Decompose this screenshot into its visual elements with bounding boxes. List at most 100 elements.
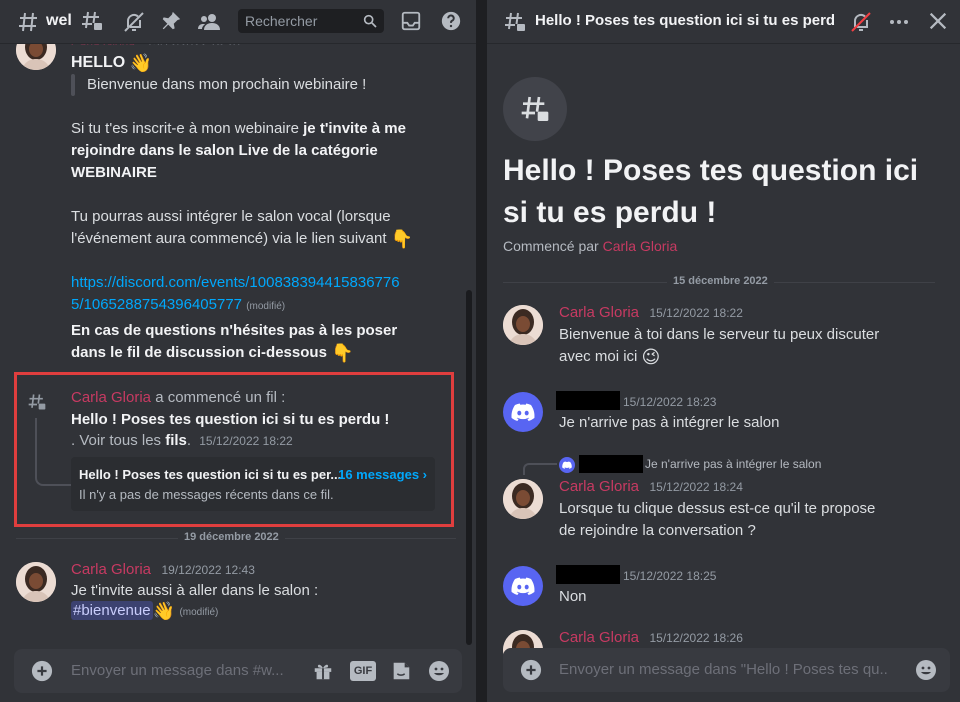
scrollbar-thumb[interactable]: [466, 290, 472, 645]
point-down-emoji: 👇: [331, 343, 354, 363]
message-text: Lorsque tu clique dessus est-ce qu'il te…: [559, 498, 949, 542]
search-placeholder: Rechercher: [245, 13, 318, 29]
redacted-username: [556, 565, 620, 584]
redacted-username: [556, 391, 620, 410]
message-author[interactable]: Carla Gloria: [559, 629, 639, 646]
thread-title-line-1: Hello ! Poses tes question ici: [503, 154, 919, 187]
message-text: Je n'arrive pas à intégrer le salon: [559, 414, 780, 431]
message-input[interactable]: Envoyer un message dans #w... GIF: [14, 649, 462, 693]
see-all-threads[interactable]: . Voir tous les fils. 15/12/2022 18:22: [71, 432, 293, 449]
wink-emoji: 😉: [641, 347, 661, 367]
close-icon[interactable]: [927, 10, 949, 32]
see-all-link[interactable]: fils: [165, 432, 187, 449]
link-line-1[interactable]: https://discord.com/events/1008383944158…: [71, 274, 400, 291]
input-placeholder: Envoyer un message dans "Hello ! Poses t…: [559, 661, 889, 678]
message-text: Bienvenue à toi dans le serveur tu peux …: [559, 324, 949, 368]
inbox-icon[interactable]: [400, 10, 422, 32]
thread-title: Hello ! Poses tes question ici si tu es …: [503, 150, 918, 234]
p1-bold-1: je t'invite à me: [303, 120, 406, 137]
thread-author[interactable]: Carla Gloria: [71, 389, 151, 406]
point-down-emoji: 👇: [390, 229, 414, 249]
thread-hero-icon: [503, 77, 567, 141]
message-text: Je t'invite aussi à aller dans le salon …: [71, 582, 319, 599]
thread-action: a commencé un fil :: [151, 389, 286, 406]
thread-icon: [27, 392, 47, 412]
message-author[interactable]: Carla Gloria: [559, 304, 639, 321]
message-timestamp: 15/12/2022 18:26: [649, 631, 743, 645]
message-line-2: de rejoindre la conversation ?: [559, 522, 756, 539]
thread-card-title: Hello ! Poses tes question ici si tu es …: [79, 467, 342, 482]
gift-icon[interactable]: [312, 660, 334, 682]
message-timestamp: 15/12/2022 18:25: [623, 569, 717, 583]
thread-title-line-2: si tu es perdu !: [503, 196, 717, 229]
greeting-text: HELLO: [71, 54, 126, 71]
thread-card-empty: Il n'y a pas de messages récents dans ce…: [79, 487, 334, 502]
avatar-default-discord[interactable]: [503, 566, 543, 606]
edited-label: (modifié): [179, 607, 219, 618]
add-attachment-icon[interactable]: [520, 659, 542, 681]
member-list-icon[interactable]: [198, 10, 222, 34]
emoji-picker-icon[interactable]: [427, 659, 451, 683]
message-timestamp: 15/12/2022 18:22: [649, 306, 743, 320]
input-placeholder: Envoyer un message dans #w...: [71, 662, 284, 679]
gif-button[interactable]: GIF: [350, 661, 376, 681]
link-line-2[interactable]: 5/1065288754396405777: [71, 296, 242, 313]
message-input[interactable]: Envoyer un message dans "Hello ! Poses t…: [503, 648, 950, 692]
notification-muted-icon[interactable]: [849, 10, 873, 34]
sticker-icon[interactable]: [390, 660, 412, 682]
thread-name: Hello ! Poses tes question ici si tu es …: [535, 12, 835, 29]
reply-preview[interactable]: Je n'arrive pas à intégrer le salon: [645, 457, 821, 471]
notification-muted-icon[interactable]: [122, 10, 146, 34]
emoji-picker-icon[interactable]: [914, 658, 938, 682]
message-author[interactable]: Carla Gloria: [559, 478, 639, 495]
message-line-1: Lorsque tu clique dessus est-ce qu'il te…: [559, 500, 876, 517]
message-greeting: HELLO 👋: [71, 52, 152, 74]
message-timestamp: 19/12/2022 12:43: [161, 563, 255, 577]
more-options-icon[interactable]: [887, 10, 911, 34]
p2-line-1: Tu pourras aussi intégrer le salon vocal…: [71, 208, 391, 225]
redacted-username: [579, 455, 643, 473]
pane-separator: [476, 0, 487, 702]
p3-line-2: dans le fil de discussion ci-dessous: [71, 344, 327, 361]
add-attachment-icon[interactable]: [31, 660, 53, 682]
thread-icon: [503, 10, 527, 34]
channel-hash-icon: [16, 10, 40, 34]
date-divider-label: 19 décembre 2022: [178, 531, 285, 543]
search-input[interactable]: Rechercher: [238, 9, 384, 33]
avatar[interactable]: [16, 562, 56, 602]
started-by-name[interactable]: Carla Gloria: [603, 238, 678, 254]
thread-message-count[interactable]: 16 messages ›: [338, 467, 427, 482]
blockquote-bar: [71, 74, 75, 96]
pinned-messages-icon[interactable]: [160, 10, 182, 32]
message-header: Carla Gloria 19/12/2022 12:43: [71, 561, 255, 579]
thread-spine: [35, 418, 71, 486]
channel-name[interactable]: wel: [46, 12, 72, 30]
started-by-label: Commencé par: [503, 238, 603, 254]
thread-header: Hello ! Poses tes question ici si tu es …: [487, 0, 960, 44]
help-icon[interactable]: [440, 10, 462, 32]
wave-emoji: 👋: [152, 601, 175, 621]
p1-bold-2: rejoindre dans le salon Live de la catég…: [71, 142, 378, 159]
wave-emoji: 👋: [129, 53, 153, 73]
see-all-prefix: . Voir tous les: [71, 432, 166, 449]
message-paragraph-2: Tu pourras aussi intégrer le salon vocal…: [71, 206, 461, 250]
message-header: Carla Gloria 15/12/2022 18:24: [559, 478, 743, 496]
avatar-default-discord[interactable]: [503, 392, 543, 432]
thread-timestamp: 15/12/2022 18:22: [199, 434, 293, 448]
p2-line-2: l'événement aura commencé) via le lien s…: [71, 230, 387, 247]
message-header: Carla Gloria 15/12/2022 18:22: [559, 304, 743, 322]
thread-card[interactable]: Hello ! Poses tes question ici si tu es …: [71, 457, 435, 511]
message-text: Non: [559, 588, 587, 605]
channel-mention[interactable]: #bienvenue: [71, 601, 153, 620]
see-all-suffix: .: [186, 432, 192, 449]
p1-bold-3: WEBINAIRE: [71, 164, 157, 181]
avatar[interactable]: [503, 305, 543, 345]
avatar[interactable]: [503, 479, 543, 519]
thread-title[interactable]: Hello ! Poses tes question ici si tu es …: [71, 409, 389, 431]
message-author[interactable]: Carla Gloria: [71, 561, 151, 578]
message-line-1: Bienvenue à toi dans le serveur tu peux …: [559, 326, 880, 343]
message-paragraph-1: Si tu t'es inscrit-e à mon webinaire je …: [71, 118, 451, 184]
threads-icon[interactable]: [80, 9, 104, 33]
thread-notice-header: Carla Gloria a commencé un fil :: [71, 389, 285, 406]
event-link[interactable]: https://discord.com/events/1008383944158…: [71, 272, 461, 318]
